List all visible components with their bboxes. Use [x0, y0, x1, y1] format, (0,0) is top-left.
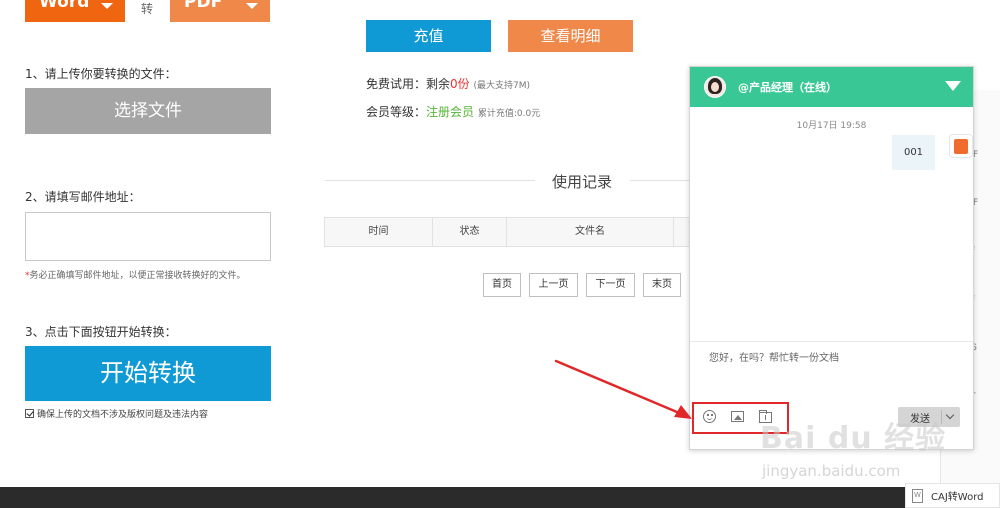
watermark-logo: Bai du 经验: [760, 421, 947, 456]
last-page-button[interactable]: 末页: [643, 273, 681, 297]
from-format-label: Word: [39, 0, 90, 12]
sidebar-item-caj-to-word[interactable]: CAJ转Word: [905, 483, 1000, 508]
member-note: 累计充值:0.0元: [477, 109, 541, 119]
caj-label: CAJ转Word: [931, 492, 984, 503]
divider: [325, 180, 535, 181]
to-connector-text: 转: [141, 2, 154, 16]
message-timestamp: 10月17日 19:58: [796, 121, 867, 131]
column-header-time: 时间: [325, 218, 433, 246]
pdf-badge-icon[interactable]: [949, 134, 973, 158]
column-header-status: 状态: [433, 218, 507, 246]
chat-header[interactable]: @产品经理（在线）: [690, 67, 973, 107]
trial-status: 免费试用：剩余0份 (最大支持7M): [366, 75, 530, 92]
records-title: 使用记录: [552, 173, 613, 191]
next-page-button[interactable]: 下一页: [586, 273, 635, 297]
first-page-button[interactable]: 首页: [483, 273, 521, 297]
footer-bar: [0, 487, 905, 508]
chat-title: @产品经理（在线）: [738, 81, 837, 94]
chevron-down-icon: [101, 3, 113, 9]
step3-label: 3、点击下面按钮开始转换：: [25, 325, 177, 339]
recharge-button[interactable]: 充值: [366, 20, 491, 52]
email-field[interactable]: [25, 212, 271, 261]
step2-label: 2、请填写邮件地址：: [25, 190, 141, 204]
column-header-filename: 文件名: [507, 218, 674, 246]
email-note: *务必正确填写邮件地址，以便正常接收转换好的文件。: [25, 268, 246, 281]
from-format-select[interactable]: Word: [25, 0, 125, 22]
choose-file-button[interactable]: 选择文件: [25, 88, 271, 134]
start-convert-button[interactable]: 开始转换: [25, 346, 271, 401]
prev-page-button[interactable]: 上一页: [529, 273, 578, 297]
records-table-header: 时间 状态 文件名: [324, 217, 690, 247]
member-level-link[interactable]: 注册会员: [426, 105, 474, 119]
to-format-label: PDF: [184, 0, 223, 12]
document-icon: [912, 488, 923, 503]
step1-label: 1、请上传你要转换的文件：: [25, 67, 177, 81]
chat-window: @产品经理（在线） 10月17日 19:58 001 您好，在吗？帮忙转一份文档…: [689, 66, 974, 450]
member-status: 会员等级：注册会员 累计充值:0.0元: [366, 103, 540, 120]
agree-checkbox[interactable]: [25, 409, 34, 418]
divider: [630, 180, 690, 181]
email-note-text: 务必正确填写邮件地址，以便正常接收转换好的文件。: [29, 271, 246, 281]
member-prefix: 会员等级：: [366, 105, 427, 119]
view-details-button[interactable]: 查看明细: [508, 20, 633, 52]
chevron-down-icon: [246, 3, 258, 9]
trial-count: 0份: [450, 77, 470, 91]
trial-prefix: 免费试用：剩余: [366, 77, 451, 91]
chevron-down-icon[interactable]: [945, 410, 955, 420]
annotation-arrow-icon: [554, 359, 692, 419]
to-format-select[interactable]: PDF: [170, 0, 270, 22]
agree-row: 确保上传的文档不涉及版权问题及违法内容: [25, 407, 208, 420]
divider: [690, 341, 973, 342]
watermark-url: jingyan.baidu.com: [762, 462, 901, 480]
collapse-chat-icon[interactable]: [945, 81, 961, 91]
agree-label: 确保上传的文档不涉及版权问题及违法内容: [37, 410, 209, 420]
message-input[interactable]: 您好，在吗？帮忙转一份文档: [709, 349, 839, 364]
trial-note: (最大支持7M): [473, 81, 530, 91]
avatar: [704, 76, 726, 98]
chat-message-bubble: 001: [892, 135, 935, 170]
